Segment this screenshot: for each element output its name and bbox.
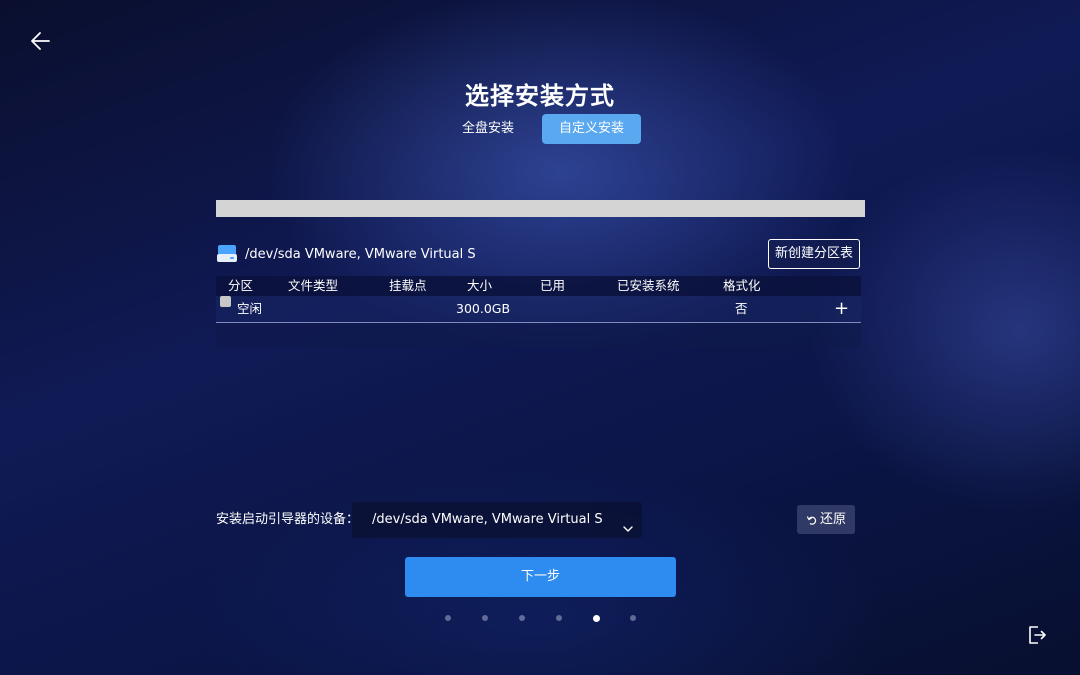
column-header: 大小 — [467, 278, 493, 293]
back-arrow-icon[interactable] — [28, 28, 54, 54]
disk-name: /dev/sda VMware, VMware Virtual S — [245, 246, 476, 262]
partition-format: 否 — [735, 301, 748, 316]
table-empty-area — [216, 323, 861, 348]
new-partition-table-button[interactable]: 新创建分区表 — [768, 239, 860, 269]
restore-label: 还原 — [819, 512, 846, 527]
next-button[interactable]: 下一步 — [405, 557, 676, 597]
installer-screen: 选择安装方式 全盘安装 自定义安装 /dev/sda VMware, VMwar… — [0, 0, 1080, 675]
table-header: 分区 文件类型 挂载点 大小 已用 已安装系统 格式化 — [216, 276, 861, 296]
add-partition-button[interactable]: + — [834, 296, 849, 322]
page-title: 选择安装方式 — [465, 82, 615, 110]
tab-full-disk[interactable]: 全盘安装 — [448, 114, 528, 144]
step-dot — [519, 615, 525, 621]
bootloader-device-select[interactable]: /dev/sda VMware, VMware Virtual S — [352, 502, 642, 538]
step-dot-active — [593, 614, 600, 622]
exit-icon[interactable] — [1026, 624, 1048, 646]
step-dot — [445, 615, 451, 621]
partition-size: 300.0GB — [456, 301, 511, 316]
column-header: 格式化 — [723, 278, 761, 293]
tab-custom[interactable]: 自定义安装 — [542, 114, 642, 144]
bootloader-label: 安装启动引导器的设备： — [216, 512, 360, 527]
restore-button[interactable]: 还原 — [797, 505, 855, 534]
step-dot — [556, 615, 562, 621]
column-header: 已用 — [540, 278, 566, 293]
column-header: 已安装系统 — [617, 278, 680, 293]
drive-icon — [216, 244, 238, 264]
column-header: 分区 — [228, 278, 254, 293]
chevron-down-icon — [622, 514, 634, 532]
disk-usage-bar — [216, 200, 865, 217]
disk-header: /dev/sda VMware, VMware Virtual S — [216, 244, 476, 264]
row-checkbox[interactable] — [220, 296, 231, 307]
install-mode-tabs: 全盘安装 自定义安装 — [448, 114, 642, 144]
column-header: 文件类型 — [288, 278, 339, 293]
partition-name: 空闲 — [237, 301, 263, 316]
table-row[interactable]: 空闲 300.0GB 否 + — [216, 296, 861, 323]
step-dot — [630, 615, 636, 621]
column-header: 挂载点 — [389, 278, 427, 293]
undo-icon — [806, 515, 817, 525]
step-dot — [482, 615, 488, 621]
partition-table: 分区 文件类型 挂载点 大小 已用 已安装系统 格式化 空闲 300.0GB 否… — [216, 276, 861, 348]
bootloader-selected-value: /dev/sda VMware, VMware Virtual S — [372, 512, 603, 527]
step-indicator — [0, 614, 1080, 623]
